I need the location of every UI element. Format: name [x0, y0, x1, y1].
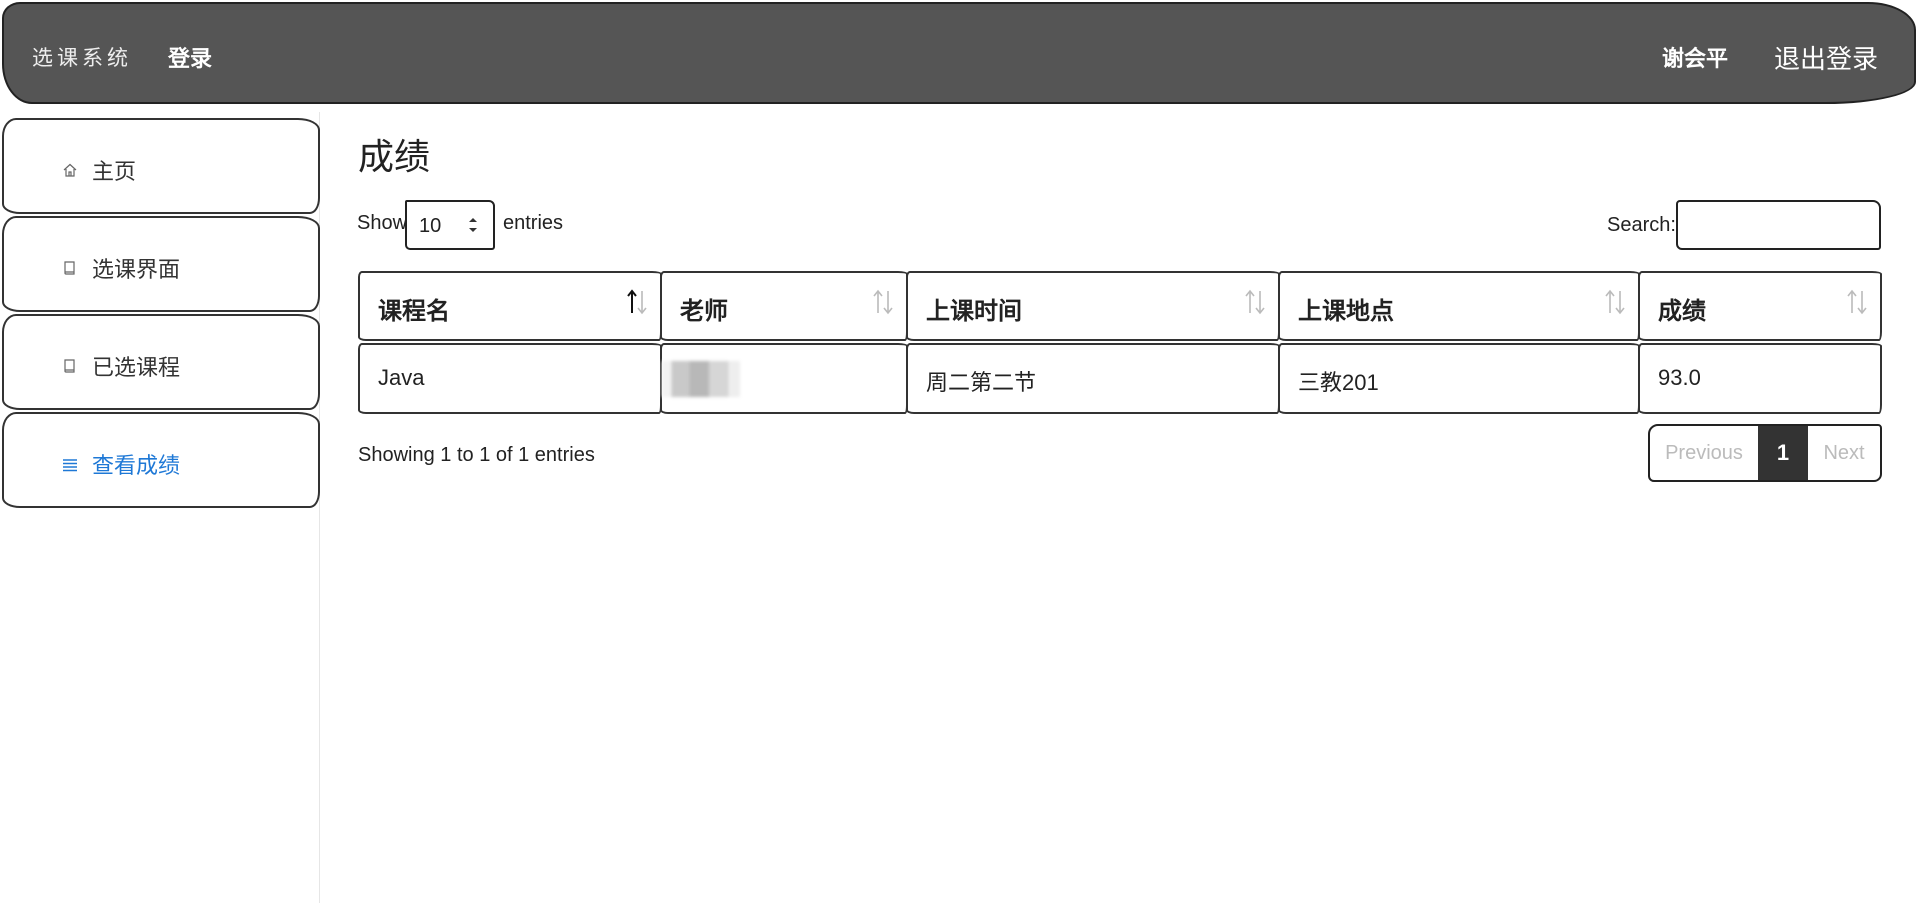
- search-input[interactable]: [1676, 200, 1881, 250]
- home-icon: [63, 163, 77, 177]
- cell-text: 93.0: [1658, 365, 1701, 390]
- search-label: Search:: [1607, 214, 1676, 236]
- current-user-name[interactable]: 谢会平: [1662, 41, 1728, 73]
- column-header-label: 上课地点: [1298, 298, 1394, 325]
- sort-icon: [1245, 289, 1265, 315]
- sort-icon: [1847, 289, 1867, 315]
- brand-title[interactable]: 选课系统: [32, 42, 132, 72]
- column-header-label: 老师: [680, 298, 728, 325]
- logout-link[interactable]: 退出登录: [1774, 39, 1878, 76]
- current-page-button[interactable]: 1: [1758, 426, 1808, 480]
- sidebar-item-home[interactable]: 主页: [2, 118, 320, 214]
- sidebar-item-course-selection[interactable]: 选课界面: [2, 216, 320, 312]
- sidebar-item-view-grades[interactable]: 查看成绩: [2, 412, 320, 508]
- redacted-teacher-name: [662, 361, 740, 397]
- sort-icon: [873, 289, 893, 315]
- login-link[interactable]: 登录: [168, 41, 212, 73]
- page-length-select[interactable]: 10: [405, 200, 495, 250]
- table-cell-location: 三教201: [1278, 343, 1640, 414]
- column-header-label: 课程名: [378, 298, 450, 325]
- table-cell-teacher: [660, 343, 908, 414]
- sidebar-item-label: 选课界面: [92, 257, 181, 282]
- table-cell-grade: 93.0: [1638, 343, 1882, 414]
- page-length-value: 10: [419, 215, 442, 237]
- table-info: Showing 1 to 1 of 1 entries: [358, 444, 595, 466]
- cell-text: 周二第二节: [926, 370, 1037, 395]
- column-header-location[interactable]: 上课地点: [1278, 271, 1640, 341]
- previous-page-button[interactable]: Previous: [1650, 426, 1758, 480]
- table-cell-class-time: 周二第二节: [906, 343, 1280, 414]
- show-label: Show: [357, 212, 408, 234]
- cell-text: 三教201: [1298, 370, 1379, 395]
- column-header-label: 上课时间: [926, 298, 1022, 325]
- table-cell-course: Java: [358, 343, 662, 414]
- grades-table: 课程名 老师 上课时间 上课地点 成绩 Java 周二第二节 三教201 93.…: [358, 271, 1882, 414]
- entries-label: entries: [503, 212, 564, 234]
- sidebar-item-label: 查看成绩: [92, 453, 181, 478]
- column-header-teacher[interactable]: 老师: [660, 271, 908, 341]
- cell-text: Java: [378, 365, 425, 390]
- page-title: 成绩: [358, 137, 431, 178]
- book-icon: [64, 261, 75, 275]
- column-header-class-time[interactable]: 上课时间: [906, 271, 1280, 341]
- sort-asc-icon: [627, 289, 647, 315]
- column-header-grade[interactable]: 成绩: [1638, 271, 1882, 341]
- sidebar-item-selected-courses[interactable]: 已选课程: [2, 314, 320, 410]
- pagination: Previous 1 Next: [1648, 424, 1882, 482]
- top-navbar: 选课系统 登录 谢会平 退出登录: [2, 2, 1916, 104]
- sidebar-item-label: 主页: [92, 159, 137, 184]
- sort-icon: [1605, 289, 1625, 315]
- sidebar-item-label: 已选课程: [92, 355, 181, 380]
- list-icon: [63, 459, 77, 472]
- sidebar: 主页 选课界面 已选课程 查看成绩: [0, 112, 320, 903]
- select-arrows-icon: [469, 218, 477, 232]
- book-icon: [64, 359, 75, 373]
- column-header-label: 成绩: [1658, 298, 1706, 325]
- column-header-course[interactable]: 课程名: [358, 271, 662, 341]
- next-page-button[interactable]: Next: [1808, 426, 1880, 480]
